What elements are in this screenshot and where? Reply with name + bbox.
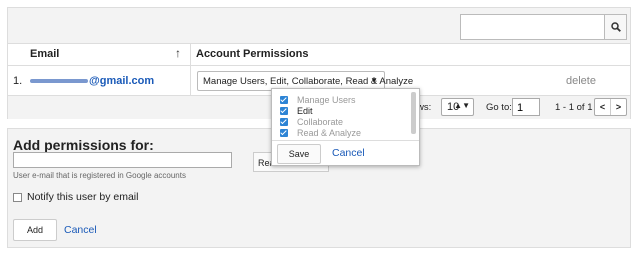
- option-collaborate[interactable]: Collaborate: [280, 117, 343, 127]
- checkbox-checked[interactable]: [280, 107, 288, 115]
- goto-label: Go to:: [486, 102, 512, 113]
- user-email-domain: @gmail.com: [89, 75, 155, 87]
- permissions-dropdown-value: Manage Users, Edit, Collaborate, Read & …: [203, 76, 414, 87]
- goto-input[interactable]: [512, 98, 540, 116]
- table-header: Email ↑ Account Permissions: [8, 44, 630, 66]
- user-email: @gmail.com: [30, 75, 154, 87]
- redacted-email-part: [30, 79, 88, 84]
- rows-select[interactable]: 10 ▲▼: [441, 98, 474, 116]
- notify-label: Notify this user by email: [27, 191, 139, 203]
- caret-down-icon: ▼: [370, 76, 378, 85]
- checkbox-checked[interactable]: [280, 96, 288, 104]
- up-down-icon: ▲▼: [454, 101, 470, 110]
- checkbox-checked[interactable]: [280, 118, 288, 126]
- option-label: Read & Analyze: [297, 128, 362, 138]
- search-input[interactable]: [460, 14, 605, 40]
- cancel-link[interactable]: Cancel: [332, 147, 365, 159]
- notify-checkbox[interactable]: [13, 192, 22, 202]
- prev-page-button[interactable]: <: [595, 99, 610, 115]
- add-button[interactable]: Add: [13, 219, 57, 241]
- column-header-permissions[interactable]: Account Permissions: [196, 48, 308, 60]
- cancel-link[interactable]: Cancel: [64, 224, 97, 236]
- save-button[interactable]: Save: [277, 144, 321, 164]
- next-page-button[interactable]: >: [610, 99, 626, 115]
- page-nav: < >: [594, 98, 627, 116]
- email-hint: User e-mail that is registered in Google…: [13, 171, 186, 180]
- page-count: 1 - 1 of 1: [555, 102, 593, 113]
- column-header-email[interactable]: Email: [30, 48, 59, 60]
- arrow-up-icon[interactable]: ↑: [175, 46, 181, 60]
- search-button[interactable]: [605, 14, 627, 40]
- option-manage-users[interactable]: Manage Users: [280, 95, 356, 105]
- option-label: Manage Users: [297, 95, 356, 105]
- delete-link[interactable]: delete: [566, 75, 596, 87]
- toolbar: [8, 8, 630, 44]
- permissions-popup: Manage Users Edit Collaborate Read & Ana…: [271, 88, 420, 166]
- checkbox-checked[interactable]: [280, 129, 288, 137]
- option-label: Collaborate: [297, 117, 344, 127]
- column-divider: [190, 44, 191, 65]
- search-icon: [610, 22, 621, 32]
- option-label: Edit: [297, 106, 313, 116]
- row-number: 1.: [13, 75, 23, 87]
- option-edit[interactable]: Edit: [280, 106, 313, 116]
- column-divider: [190, 66, 191, 95]
- section-title: Add permissions for:: [13, 137, 154, 153]
- popup-scrollbar[interactable]: [411, 92, 416, 134]
- email-field[interactable]: [13, 152, 232, 168]
- popup-divider: [272, 140, 419, 141]
- option-read-analyze[interactable]: Read & Analyze: [280, 128, 361, 138]
- notify-option[interactable]: Notify this user by email: [13, 191, 138, 203]
